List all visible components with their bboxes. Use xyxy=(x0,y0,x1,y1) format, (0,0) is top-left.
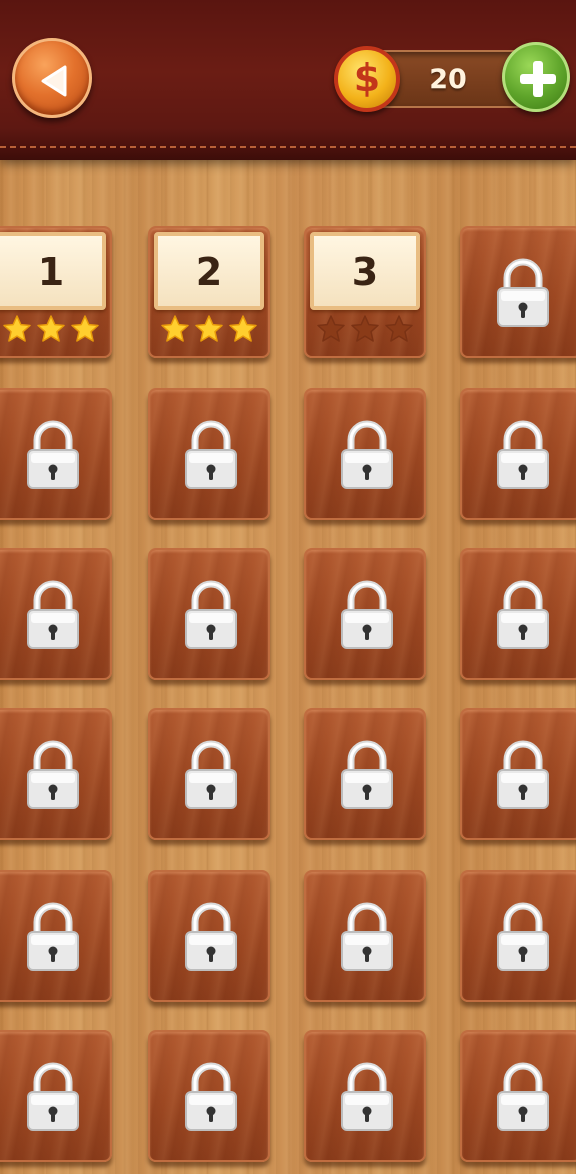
star-rating xyxy=(310,314,420,346)
level-tile-locked[interactable] xyxy=(148,870,270,1002)
level-number: 2 xyxy=(195,250,223,294)
star-icon xyxy=(71,315,99,342)
add-coins-button[interactable] xyxy=(502,42,570,112)
level-tile-locked[interactable] xyxy=(148,388,270,520)
level-plaque: 3 xyxy=(310,232,420,310)
level-tile-locked[interactable] xyxy=(460,226,576,358)
level-tile-locked[interactable] xyxy=(460,548,576,680)
level-tile-locked[interactable] xyxy=(304,548,426,680)
level-plaque: 1 xyxy=(0,232,106,310)
padlock-icon xyxy=(341,580,393,649)
plus-icon xyxy=(520,61,556,97)
star-icon xyxy=(351,315,379,342)
level-plaque: 2 xyxy=(154,232,264,310)
back-button[interactable] xyxy=(12,38,92,118)
star-rating xyxy=(0,314,106,346)
star-rating xyxy=(154,314,264,346)
triangle-left-icon xyxy=(41,65,67,97)
level-tile[interactable]: 1 xyxy=(0,226,112,358)
padlock-icon xyxy=(341,902,393,971)
level-tile-locked[interactable] xyxy=(460,388,576,520)
level-tile[interactable]: 3 xyxy=(304,226,426,358)
padlock-icon xyxy=(27,420,79,489)
star-icon xyxy=(3,315,31,342)
padlock-icon xyxy=(497,580,549,649)
level-tile-locked[interactable] xyxy=(0,548,112,680)
star-icon xyxy=(161,315,189,342)
padlock-icon xyxy=(185,902,237,971)
level-tile-locked[interactable] xyxy=(304,388,426,520)
level-tile-locked[interactable] xyxy=(148,1030,270,1162)
star-icon xyxy=(195,315,223,342)
padlock-icon xyxy=(27,740,79,809)
level-tile-locked[interactable] xyxy=(304,1030,426,1162)
padlock-icon xyxy=(497,740,549,809)
dollar-coin-icon: $ xyxy=(334,46,400,112)
padlock-icon xyxy=(341,740,393,809)
level-tile-locked[interactable] xyxy=(0,870,112,1002)
padlock-icon xyxy=(27,902,79,971)
padlock-icon xyxy=(185,1062,237,1131)
level-tile[interactable]: 2 xyxy=(148,226,270,358)
star-icon xyxy=(385,315,413,342)
star-icon xyxy=(229,315,257,342)
level-tile-locked[interactable] xyxy=(460,1030,576,1162)
level-tile-locked[interactable] xyxy=(0,1030,112,1162)
level-tile-locked[interactable] xyxy=(304,870,426,1002)
level-tile-locked[interactable] xyxy=(148,708,270,840)
level-tile-locked[interactable] xyxy=(304,708,426,840)
stitch-divider xyxy=(0,146,576,148)
level-tile-locked[interactable] xyxy=(460,870,576,1002)
level-tile-locked[interactable] xyxy=(0,388,112,520)
level-number: 3 xyxy=(351,250,379,294)
star-icon xyxy=(317,315,345,342)
padlock-icon xyxy=(497,258,549,327)
padlock-icon xyxy=(341,420,393,489)
padlock-icon xyxy=(497,902,549,971)
padlock-icon xyxy=(27,1062,79,1131)
padlock-icon xyxy=(497,1062,549,1131)
padlock-icon xyxy=(185,420,237,489)
padlock-icon xyxy=(341,1062,393,1131)
star-icon xyxy=(37,315,65,342)
level-tile-locked[interactable] xyxy=(0,708,112,840)
coin-count: 20 xyxy=(429,64,467,95)
padlock-icon xyxy=(27,580,79,649)
padlock-icon xyxy=(185,580,237,649)
level-tile-locked[interactable] xyxy=(460,708,576,840)
level-number: 1 xyxy=(37,250,65,294)
padlock-icon xyxy=(497,420,549,489)
level-tile-locked[interactable] xyxy=(148,548,270,680)
padlock-icon xyxy=(185,740,237,809)
